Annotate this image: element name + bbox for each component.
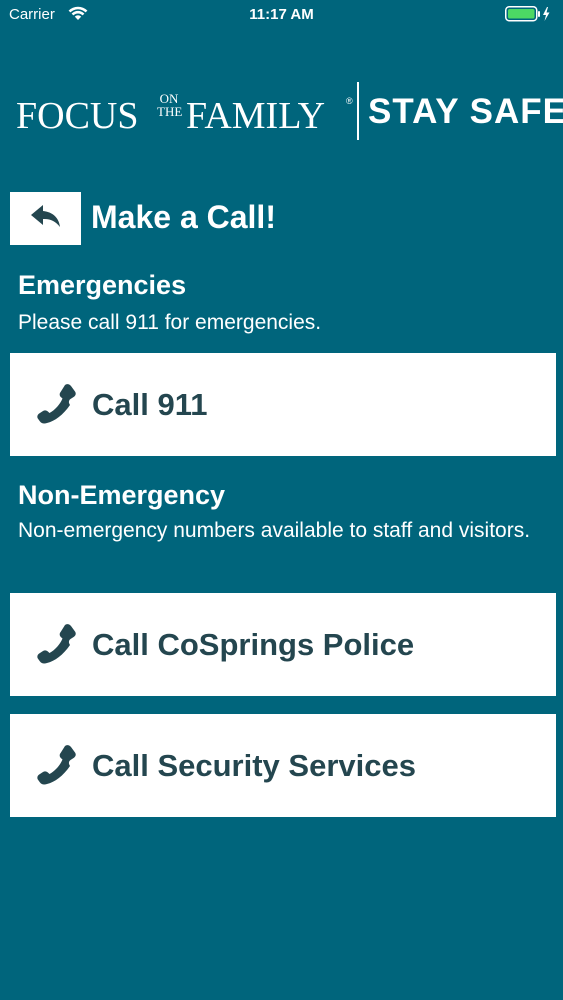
- call-security-services-label: Call Security Services: [92, 747, 416, 783]
- call-911-button[interactable]: Call 911: [10, 353, 556, 456]
- logo-focus-text: FOCUS: [16, 95, 139, 137]
- page-title: Make a Call!: [91, 199, 276, 235]
- call-cosprings-police-button[interactable]: Call CoSprings Police: [10, 593, 556, 696]
- logo-family-text: FAMILY: [186, 95, 326, 137]
- status-bar: Carrier 11:17 AM: [0, 0, 563, 30]
- charging-bolt-icon: [543, 7, 550, 21]
- logo-registered-mark: ®: [346, 96, 353, 106]
- phone-icon: [32, 740, 84, 792]
- phone-icon: [32, 619, 84, 671]
- non-emergency-heading: Non-Emergency: [18, 480, 226, 510]
- call-911-label: Call 911: [92, 386, 208, 422]
- call-security-services-button[interactable]: Call Security Services: [10, 714, 556, 817]
- call-cosprings-police-label: Call CoSprings Police: [92, 626, 415, 662]
- app-logo: FOCUS ON THE FAMILY ® STAY SAFE: [16, 82, 563, 140]
- emergencies-description: Please call 911 for emergencies.: [18, 311, 322, 334]
- logo-stay-safe-text: STAY SAFE: [368, 92, 563, 131]
- logo-on-the-text: ON THE: [157, 92, 183, 119]
- back-button[interactable]: [10, 192, 81, 245]
- phone-icon: [32, 379, 84, 431]
- emergencies-heading: Emergencies: [18, 270, 187, 300]
- logo-divider: [357, 82, 359, 140]
- back-arrow-icon: [29, 203, 63, 234]
- non-emergency-description: Non-emergency numbers available to staff…: [18, 519, 531, 542]
- battery-icon: [505, 6, 551, 26]
- clock: 11:17 AM: [249, 6, 314, 23]
- logo-the: THE: [157, 104, 183, 119]
